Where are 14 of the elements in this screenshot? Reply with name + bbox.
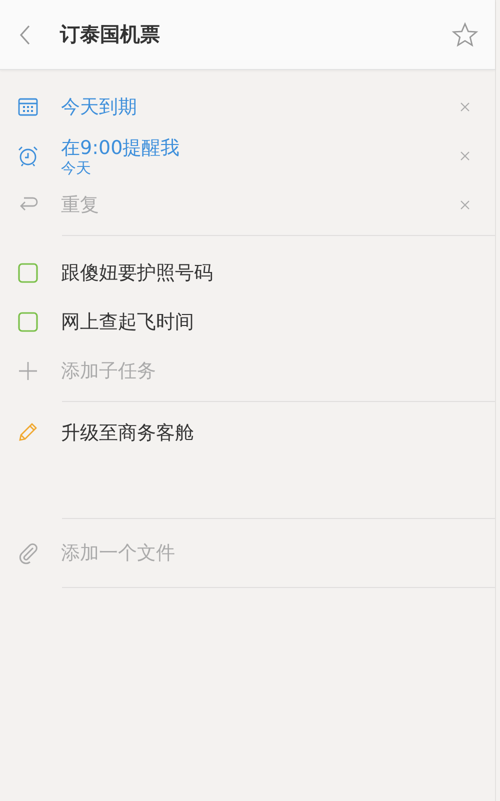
add-file-label[interactable]: 添加一个文件: [61, 540, 175, 566]
date-sublabel: 今天: [61, 160, 92, 176]
checkbox[interactable]: [16, 310, 40, 334]
add-subtask-field[interactable]: 添加子任务: [61, 360, 473, 382]
subtask-label: 跟傻妞要护照号码: [61, 260, 213, 286]
note-text: 升级至商务客舱: [61, 421, 194, 446]
date-label[interactable]: 在9:00提醒我: [61, 136, 457, 160]
subtask-label: 网上查起飞时间: [61, 310, 194, 334]
task-title: 订泰国机票: [60, 21, 161, 48]
checkbox[interactable]: [16, 260, 40, 284]
alarm-clock-icon[interactable]: [16, 144, 40, 168]
date-label[interactable]: 今天到期: [61, 94, 457, 118]
star-icon[interactable]: [451, 20, 479, 48]
date-label[interactable]: 重复: [61, 192, 457, 216]
